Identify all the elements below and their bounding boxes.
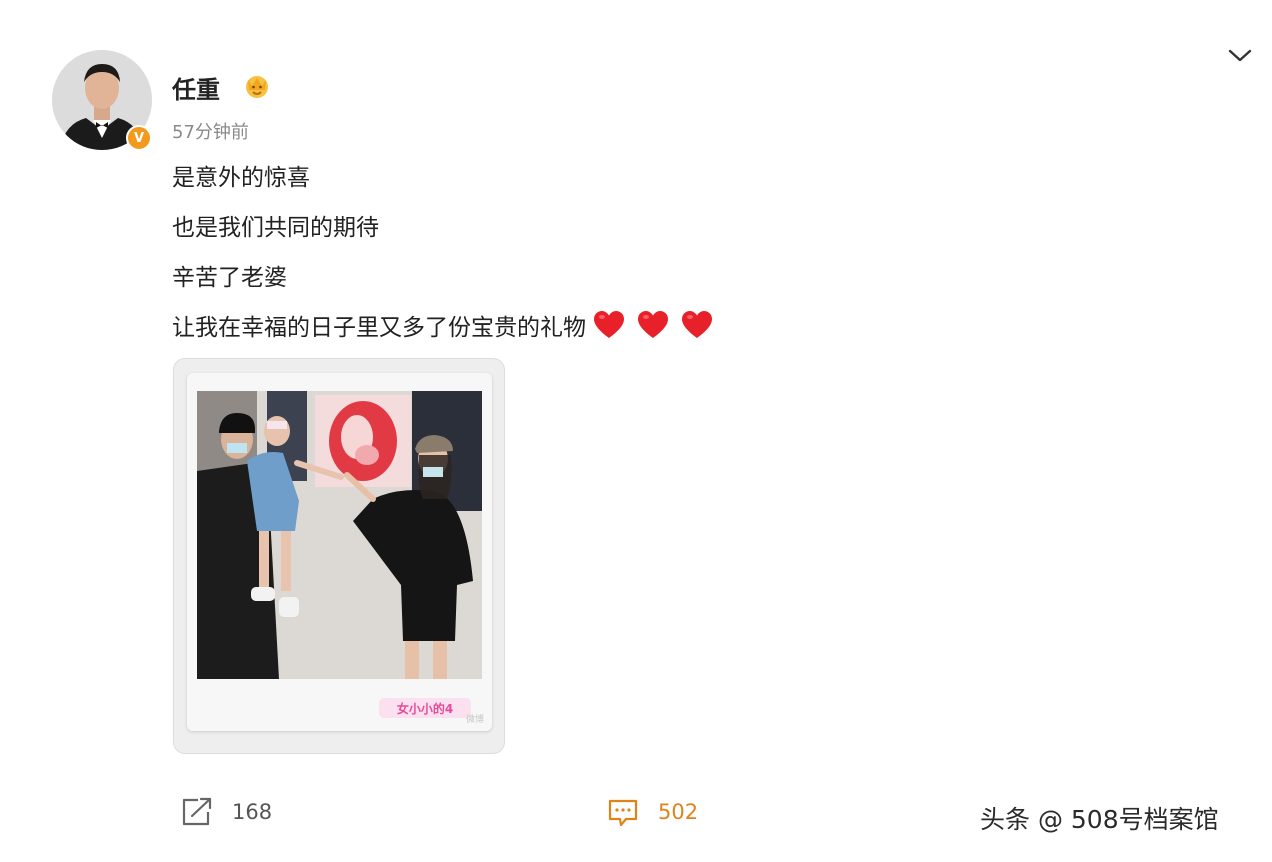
- share-icon: [182, 797, 212, 826]
- comment-icon: [608, 799, 638, 827]
- svg-text:女小小的4: 女小小的4: [397, 701, 453, 716]
- repost-button[interactable]: 168: [180, 796, 272, 828]
- post-text: 让我在幸福的日子里又多了份宝贵的礼物: [172, 315, 586, 341]
- red-heart-icon: [594, 311, 624, 338]
- polaroid-card: 女小小的4 微博: [187, 373, 492, 731]
- repost-count: 168: [232, 800, 273, 824]
- red-heart-icon: [682, 311, 712, 338]
- post-timestamp[interactable]: 57分钟前: [172, 118, 249, 144]
- source-watermark: 头条 @ 508号档案馆: [980, 805, 1219, 834]
- weibo-sticker-logo: 女小小的4: [379, 698, 471, 718]
- post-image[interactable]: 女小小的4 微博: [173, 358, 505, 754]
- comment-button[interactable]: 502: [606, 796, 698, 828]
- verified-badge-icon: V: [126, 125, 152, 151]
- post-text-line: 是意外的惊喜: [172, 165, 310, 191]
- chevron-down-icon[interactable]: [1226, 44, 1254, 66]
- image-watermark: 微博: [465, 715, 484, 725]
- family-photo: [197, 391, 482, 679]
- crown-icon: [246, 76, 268, 98]
- post-text-line-with-emoji: 让我在幸福的日子里又多了份宝贵的礼物: [172, 308, 714, 342]
- emoji-group: [592, 310, 714, 340]
- post-text-line: 辛苦了老婆: [172, 265, 287, 291]
- comment-count: 502: [658, 800, 699, 824]
- username[interactable]: 任重: [172, 70, 220, 105]
- post-text-line: 也是我们共同的期待: [172, 215, 379, 241]
- weibo-post-card: V 任重 57分钟前 是意外的惊喜 也是我们共同的期待 辛苦了老婆 让我在幸福的…: [0, 0, 1272, 862]
- red-heart-icon: [638, 311, 668, 338]
